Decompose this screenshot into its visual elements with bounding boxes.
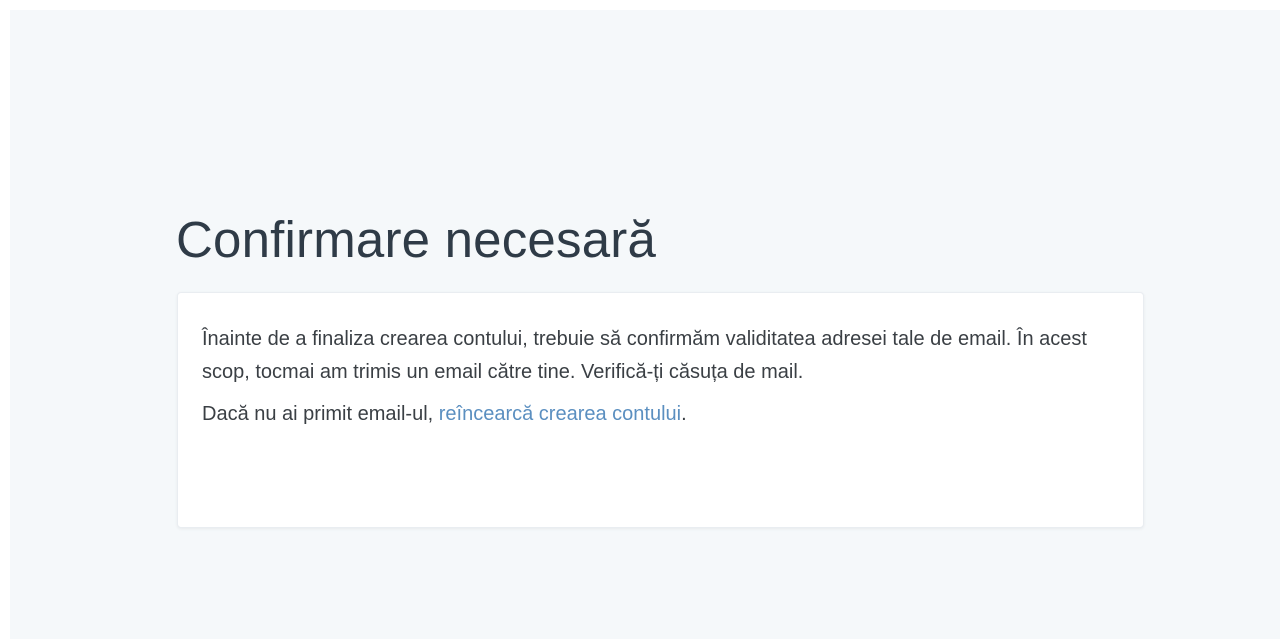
retry-message-suffix: .: [681, 403, 687, 425]
page-background: Confirmare necesară Înainte de a finaliz…: [10, 10, 1280, 639]
retry-account-creation-link[interactable]: reîncearcă crearea contului: [439, 403, 681, 425]
confirmation-card: Înainte de a finaliza crearea contului, …: [177, 292, 1144, 528]
confirmation-message: Înainte de a finaliza crearea contului, …: [202, 328, 1087, 383]
retry-message: Dacă nu ai primit email-ul, reîncearcă c…: [202, 398, 1119, 431]
retry-message-prefix: Dacă nu ai primit email-ul,: [202, 403, 439, 425]
page-title: Confirmare necesară: [176, 211, 657, 268]
